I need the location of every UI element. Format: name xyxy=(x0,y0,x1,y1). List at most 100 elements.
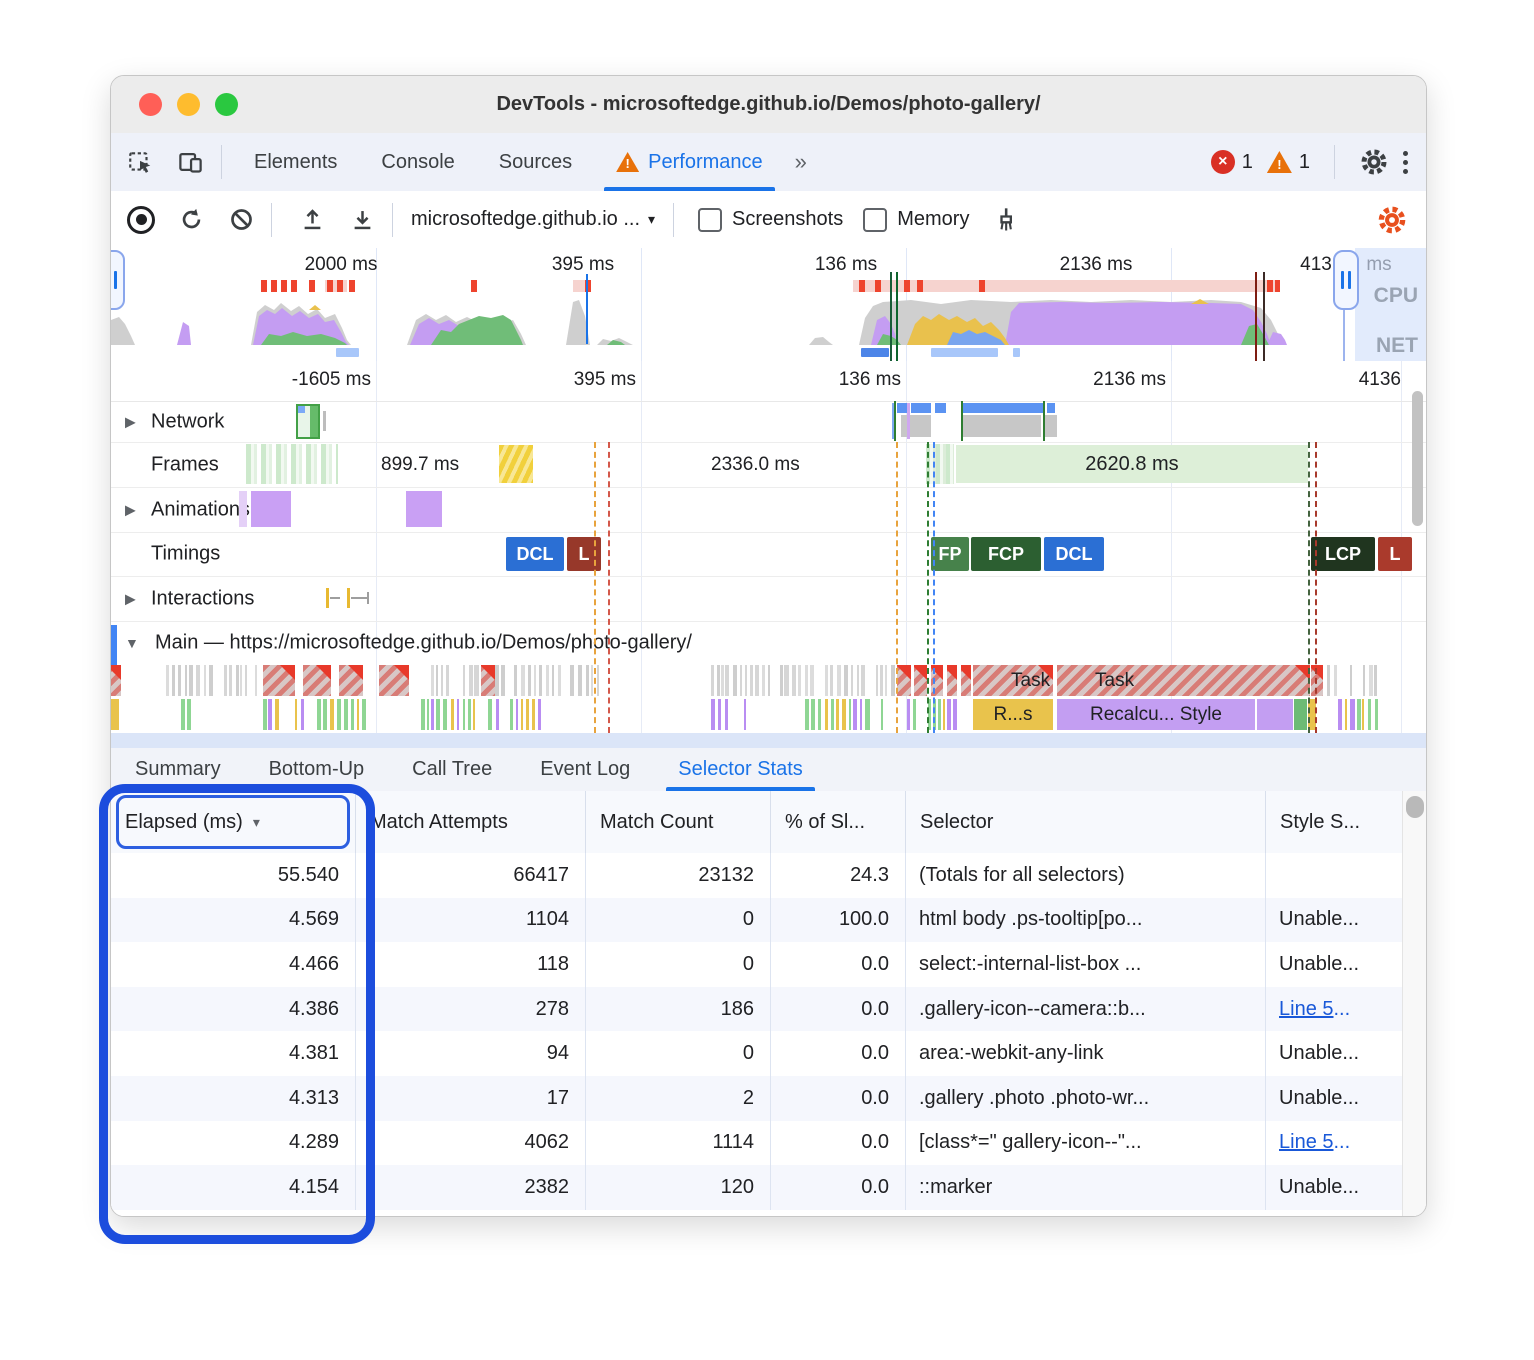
table-row[interactable]: 4.46611800.0select:-internal-list-box ..… xyxy=(111,942,1403,987)
device-toolbar-button[interactable] xyxy=(169,141,211,183)
more-tabs-button[interactable]: » xyxy=(785,149,817,175)
table-row[interactable]: 4.289406211140.0[class*=" gallery-icon--… xyxy=(111,1121,1403,1166)
record-button[interactable] xyxy=(121,200,161,240)
track-main-header[interactable]: Main — https://microsoftedge.github.io/D… xyxy=(111,621,1426,665)
gear-icon-active xyxy=(1376,204,1408,236)
expand-network-icon[interactable] xyxy=(125,413,136,430)
timeline-overview[interactable]: 2000 ms 395 ms 136 ms 2136 ms 413 ms xyxy=(111,248,1426,362)
tab-summary[interactable]: Summary xyxy=(111,748,245,791)
reload-and-record-button[interactable] xyxy=(171,200,211,240)
overview-marker xyxy=(1263,272,1265,361)
ruler-tick: -1605 ms xyxy=(221,369,371,391)
timing-marker-dcl[interactable]: DCL xyxy=(506,537,564,571)
save-profile-button[interactable] xyxy=(342,200,382,240)
frames-strip[interactable] xyxy=(246,444,338,484)
overview-time-label: 413 xyxy=(1300,254,1332,276)
header-match-count[interactable]: Match Count xyxy=(586,791,771,853)
table-row[interactable]: 55.540664172313224.3(Totals for all sele… xyxy=(111,853,1403,898)
task-bar[interactable]: Task xyxy=(973,665,1053,696)
animation-block[interactable] xyxy=(406,491,442,527)
recalculate-style-bar[interactable]: Recalcu... Style xyxy=(1057,699,1255,730)
style-sheet-link[interactable]: Line 5 xyxy=(1279,998,1334,1021)
clear-button[interactable] xyxy=(221,200,261,240)
separator xyxy=(271,203,272,237)
network-request[interactable] xyxy=(296,404,320,439)
tab-bottom-up[interactable]: Bottom-Up xyxy=(245,748,389,791)
collect-garbage-button[interactable] xyxy=(985,200,1025,240)
collapse-main-icon[interactable] xyxy=(125,635,139,651)
run-microtasks-bar[interactable]: R...s xyxy=(973,699,1053,730)
time-ruler: -1605 ms 395 ms 136 ms 2136 ms 4136 xyxy=(111,361,1426,402)
tab-sources[interactable]: Sources xyxy=(477,133,594,191)
tab-console[interactable]: Console xyxy=(359,133,476,191)
timing-marker-fcp[interactable]: FCP xyxy=(971,537,1041,571)
header-selector[interactable]: Selector xyxy=(906,791,1266,853)
expand-animations-icon[interactable] xyxy=(125,501,136,518)
devtools-tabbar: Elements Console Sources ! Performance »… xyxy=(111,133,1426,192)
table-row[interactable]: 4.3862781860.0.gallery-icon--camera::b..… xyxy=(111,987,1403,1032)
animation-block[interactable] xyxy=(251,491,291,527)
inspect-element-button[interactable] xyxy=(119,141,161,183)
screenshots-label: Screenshots xyxy=(732,208,843,231)
header-percent-slow[interactable]: % of Sl... xyxy=(771,791,906,853)
screenshots-checkbox[interactable] xyxy=(698,208,722,232)
error-count[interactable]: 1 xyxy=(1242,151,1253,174)
ruler-tick: 136 ms xyxy=(781,369,901,391)
partial-frame-block[interactable] xyxy=(499,445,533,483)
close-button[interactable] xyxy=(139,93,162,116)
animation-block[interactable] xyxy=(239,491,247,527)
zoom-button[interactable] xyxy=(215,93,238,116)
table-row[interactable]: 4.15423821200.0::markerUnable... xyxy=(111,1165,1403,1210)
error-count-icon[interactable]: × xyxy=(1211,150,1235,174)
long-frame-block[interactable]: 2620.8 ms xyxy=(956,445,1308,483)
flame-chart-scroll-strip[interactable] xyxy=(111,733,1426,748)
traffic-lights xyxy=(139,76,238,133)
reload-icon xyxy=(178,206,205,233)
overview-time-label: 2000 ms xyxy=(305,254,378,276)
dashed-marker xyxy=(927,442,929,733)
table-row[interactable]: 4.3131720.0.gallery .photo .photo-wr...U… xyxy=(111,1076,1403,1121)
header-elapsed[interactable]: Elapsed (ms) xyxy=(111,791,356,853)
warning-count[interactable]: 1 xyxy=(1299,151,1310,174)
net-label: NET xyxy=(1376,334,1418,358)
tab-event-log[interactable]: Event Log xyxy=(516,748,654,791)
left-window-handle[interactable] xyxy=(111,250,125,310)
load-profile-button[interactable] xyxy=(292,200,332,240)
frames-strip[interactable] xyxy=(926,444,954,484)
style-sheet-link[interactable]: Line 5 xyxy=(1279,1131,1334,1154)
expand-interactions-icon[interactable] xyxy=(125,590,136,607)
right-window-handle[interactable] xyxy=(1333,250,1359,310)
table-scrollbar[interactable] xyxy=(1402,791,1426,1216)
more-options-button[interactable] xyxy=(1403,151,1408,174)
interaction-whisker[interactable] xyxy=(347,588,350,608)
table-row[interactable]: 4.3819400.0area:-webkit-any-linkUnable..… xyxy=(111,1031,1403,1076)
interaction-whisker[interactable] xyxy=(326,588,329,608)
dashed-marker xyxy=(896,442,898,733)
header-match-attempts[interactable]: Match Attempts xyxy=(356,791,586,853)
download-icon xyxy=(349,206,376,233)
minimize-button[interactable] xyxy=(177,93,200,116)
tab-performance[interactable]: ! Performance xyxy=(594,133,785,191)
profile-history-select[interactable]: microsoftedge.github.io ... xyxy=(411,208,655,231)
tab-elements[interactable]: Elements xyxy=(232,133,359,191)
tracks-scrollbar-thumb[interactable] xyxy=(1412,391,1423,526)
overview-marker xyxy=(586,274,588,344)
warning-count-icon[interactable]: ! xyxy=(1267,151,1292,173)
timing-marker-dcl2[interactable]: DCL xyxy=(1044,537,1104,571)
timing-marker-lcp[interactable]: LCP xyxy=(1311,537,1375,571)
table-row[interactable]: 4.56911040100.0html body .ps-tooltip[po.… xyxy=(111,898,1403,943)
ruler-tick: 4136 xyxy=(1341,369,1401,391)
main-flame-chart[interactable]: Task Task R...s Recalcu... Style xyxy=(111,665,1426,733)
timing-marker-l2[interactable]: L xyxy=(1378,537,1412,571)
table-scrollbar-thumb[interactable] xyxy=(1406,796,1424,818)
task-bar[interactable]: Task xyxy=(1057,665,1310,696)
memory-checkbox[interactable] xyxy=(863,208,887,232)
header-style-sheet[interactable]: Style S... xyxy=(1266,791,1403,853)
track-interactions-label: Interactions xyxy=(151,587,254,610)
cpu-activity-chart xyxy=(111,290,1426,345)
settings-button[interactable] xyxy=(1353,141,1395,183)
timing-marker-fp[interactable]: FP xyxy=(931,537,969,571)
capture-settings-button[interactable] xyxy=(1372,200,1412,240)
tab-selector-stats[interactable]: Selector Stats xyxy=(654,748,827,791)
tab-call-tree[interactable]: Call Tree xyxy=(388,748,516,791)
